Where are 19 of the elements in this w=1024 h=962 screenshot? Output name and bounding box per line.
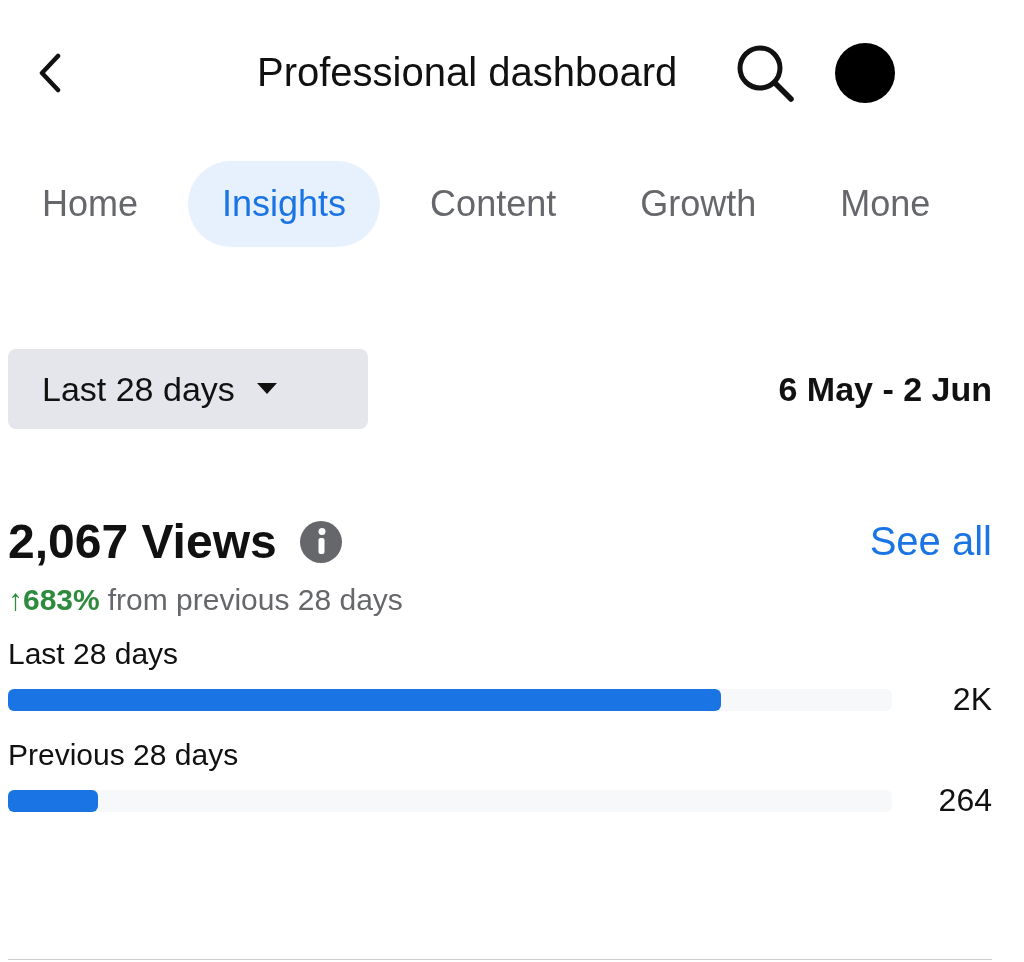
caret-icon — [256, 383, 277, 395]
period-dropdown[interactable]: Last 28 days — [8, 349, 368, 429]
change-percent: ↑683% — [8, 583, 100, 617]
bar-label: Last 28 days — [8, 637, 180, 671]
info-icon[interactable] — [298, 519, 343, 564]
change-text: from previous 28 days — [107, 583, 403, 617]
bar-label: Previous 28 days — [8, 738, 240, 772]
tab[interactable]: Growth — [606, 161, 791, 247]
page-title: Professional dashboard — [257, 50, 678, 95]
bar-value: 264 — [937, 782, 992, 819]
tab[interactable]: Content — [396, 161, 591, 247]
tab[interactable]: Mone — [806, 161, 965, 247]
bar-value: 2K — [951, 681, 992, 718]
date-range: 6 May - 2 Jun — [778, 369, 992, 409]
back-icon[interactable] — [38, 52, 62, 93]
see-all-link[interactable]: See all — [869, 519, 992, 564]
tab[interactable]: Home — [8, 161, 173, 247]
views-title: 2,067 Views — [8, 514, 277, 569]
tab[interactable]: Insights — [188, 161, 381, 247]
